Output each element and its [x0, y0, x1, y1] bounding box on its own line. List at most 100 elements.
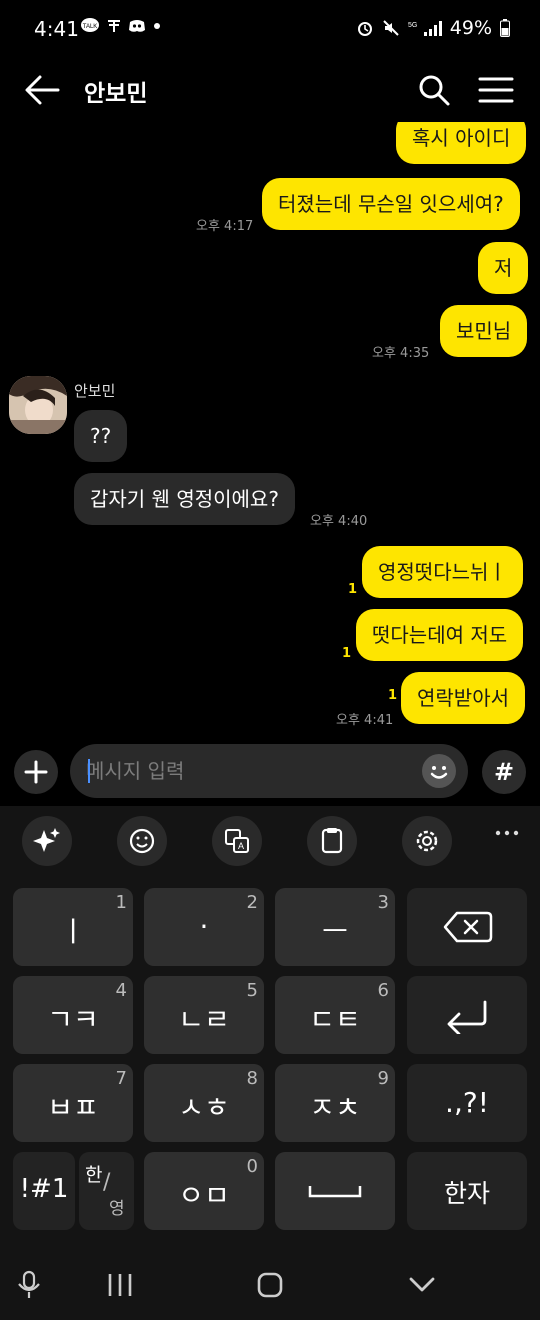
- hash-button[interactable]: #: [482, 750, 526, 794]
- back-arrow-icon[interactable]: [22, 72, 62, 108]
- battery-level: 49%: [449, 17, 492, 39]
- status-right: 5G 49%: [356, 17, 510, 39]
- key-j-ch[interactable]: ㅈㅊ 9: [275, 1064, 395, 1142]
- chat-area[interactable]: 혹시 아이디 터졌는데 무슨일 잇으세여? 오후 4:17 저 보민님 오후 4…: [0, 122, 540, 740]
- message-input-container[interactable]: [70, 744, 468, 798]
- avatar[interactable]: [9, 376, 67, 434]
- key-b-p[interactable]: ㅂㅍ 7: [13, 1064, 133, 1142]
- message-bubble[interactable]: 혹시 아이디: [396, 122, 527, 164]
- message-bubble[interactable]: 갑자기 웬 영정이에요?: [74, 473, 295, 525]
- key-o-m[interactable]: ㅇㅁ 0: [144, 1152, 264, 1230]
- key-eu-vowel[interactable]: ㅡ 3: [275, 888, 395, 966]
- chat-title: 안보민: [84, 81, 148, 107]
- key-number: 7: [115, 1068, 127, 1089]
- message-time: 오후 4:35: [372, 346, 430, 361]
- hanja-key[interactable]: 한자: [407, 1152, 527, 1230]
- message-time: 오후 4:17: [196, 219, 254, 234]
- svg-text:TALK: TALK: [83, 24, 98, 30]
- settings-gear-icon[interactable]: [402, 816, 452, 866]
- svg-text:A: A: [238, 841, 244, 851]
- key-label: ㄴㄹ: [178, 1003, 230, 1036]
- message-time: 오후 4:41: [336, 713, 394, 728]
- alarm-icon: [356, 19, 374, 37]
- dot-icon: [152, 21, 162, 31]
- recent-apps-icon[interactable]: [106, 1272, 134, 1298]
- translate-icon[interactable]: A: [212, 816, 262, 866]
- enter-key[interactable]: [407, 976, 527, 1054]
- message-bubble[interactable]: ??: [74, 410, 128, 462]
- battery-icon: [500, 19, 510, 37]
- key-label: ㄱㅋ: [47, 1003, 99, 1036]
- navigation-bar: [0, 1244, 540, 1320]
- attach-plus-button[interactable]: [14, 750, 58, 794]
- home-icon[interactable]: [256, 1272, 284, 1298]
- chat-header: 안보민: [0, 58, 540, 122]
- emoticon-button[interactable]: [422, 754, 456, 788]
- space-icon: [275, 1174, 395, 1204]
- keyboard: ㅣ 1 · 2 ㅡ 3 ㄱㅋ 4 ㄴㄹ 5 ㄷㅌ 6 ㅂㅍ 7 ㅅㅎ 8 ㅈㅊ …: [0, 874, 540, 1244]
- key-number: 1: [115, 892, 127, 913]
- key-number: 2: [246, 892, 258, 913]
- emoji-icon[interactable]: [117, 816, 167, 866]
- key-label: !#1: [19, 1174, 69, 1204]
- enter-icon: [407, 998, 527, 1034]
- lang-slash: /: [103, 1170, 111, 1195]
- key-d-t[interactable]: ㄷㅌ 6: [275, 976, 395, 1054]
- 5g-signal-icon: 5G: [408, 19, 442, 37]
- message-bubble[interactable]: 영정떳다느뉘ㅣ: [362, 546, 523, 598]
- key-label: 한자: [443, 1179, 490, 1208]
- key-s-h[interactable]: ㅅㅎ 8: [144, 1064, 264, 1142]
- more-options-icon[interactable]: [494, 820, 520, 846]
- status-time: 4:41: [34, 17, 79, 41]
- ai-sparkle-icon[interactable]: [22, 816, 72, 866]
- message-input-bar: #: [0, 740, 540, 806]
- key-i-vowel[interactable]: ㅣ 1: [13, 888, 133, 966]
- key-number: 5: [246, 980, 258, 1001]
- key-number: 6: [377, 980, 389, 1001]
- key-number: 9: [377, 1068, 389, 1089]
- lang-english-label: 영: [109, 1199, 125, 1219]
- search-icon[interactable]: [416, 72, 452, 108]
- key-label: ㅅㅎ: [178, 1091, 230, 1124]
- key-label: ㅈㅊ: [309, 1091, 361, 1124]
- text-caret: [88, 759, 90, 783]
- discord-icon: [128, 19, 146, 33]
- key-n-r[interactable]: ㄴㄹ 5: [144, 976, 264, 1054]
- message-input[interactable]: [86, 744, 406, 798]
- keyboard-toolbar: A: [0, 806, 540, 874]
- key-label: ·: [199, 910, 209, 943]
- backspace-icon: [407, 910, 527, 944]
- message-bubble[interactable]: 보민님: [440, 305, 528, 357]
- backspace-key[interactable]: [407, 888, 527, 966]
- message-bubble[interactable]: 떳다는데여 저도: [356, 609, 524, 661]
- t-icon: [106, 18, 122, 34]
- key-label: ㄷㅌ: [309, 1003, 361, 1036]
- key-number: 0: [246, 1156, 258, 1177]
- talk-icon: TALK: [80, 18, 100, 34]
- key-label: ㅇㅁ: [178, 1179, 230, 1212]
- notification-icons: TALK: [80, 18, 162, 34]
- key-number: 4: [115, 980, 127, 1001]
- menu-icon[interactable]: [476, 72, 516, 108]
- clipboard-icon[interactable]: [307, 816, 357, 866]
- microphone-icon[interactable]: [16, 1270, 42, 1300]
- symbols-key[interactable]: !#1: [13, 1152, 75, 1230]
- key-dot[interactable]: · 2: [144, 888, 264, 966]
- unread-count: 1: [348, 582, 358, 597]
- space-key[interactable]: [275, 1152, 395, 1230]
- status-bar: 4:41 TALK 5G 49%: [0, 0, 540, 58]
- punctuation-key[interactable]: .,?!: [407, 1064, 527, 1142]
- key-label: .,?!: [445, 1086, 489, 1119]
- message-bubble[interactable]: 연락받아서: [401, 672, 525, 724]
- key-number: 8: [246, 1068, 258, 1089]
- language-toggle-key[interactable]: 한 / 영: [79, 1152, 134, 1230]
- message-bubble[interactable]: 터졌는데 무슨일 잇으세여?: [262, 178, 520, 230]
- lang-korean-label: 한: [85, 1164, 103, 1186]
- unread-count: 1: [342, 646, 352, 661]
- message-time: 오후 4:40: [310, 514, 368, 529]
- unread-count: 1: [388, 688, 398, 703]
- keyboard-hide-chevron-icon[interactable]: [408, 1274, 436, 1296]
- message-bubble[interactable]: 저: [478, 242, 529, 294]
- key-g-k[interactable]: ㄱㅋ 4: [13, 976, 133, 1054]
- sender-name: 안보민: [74, 382, 116, 400]
